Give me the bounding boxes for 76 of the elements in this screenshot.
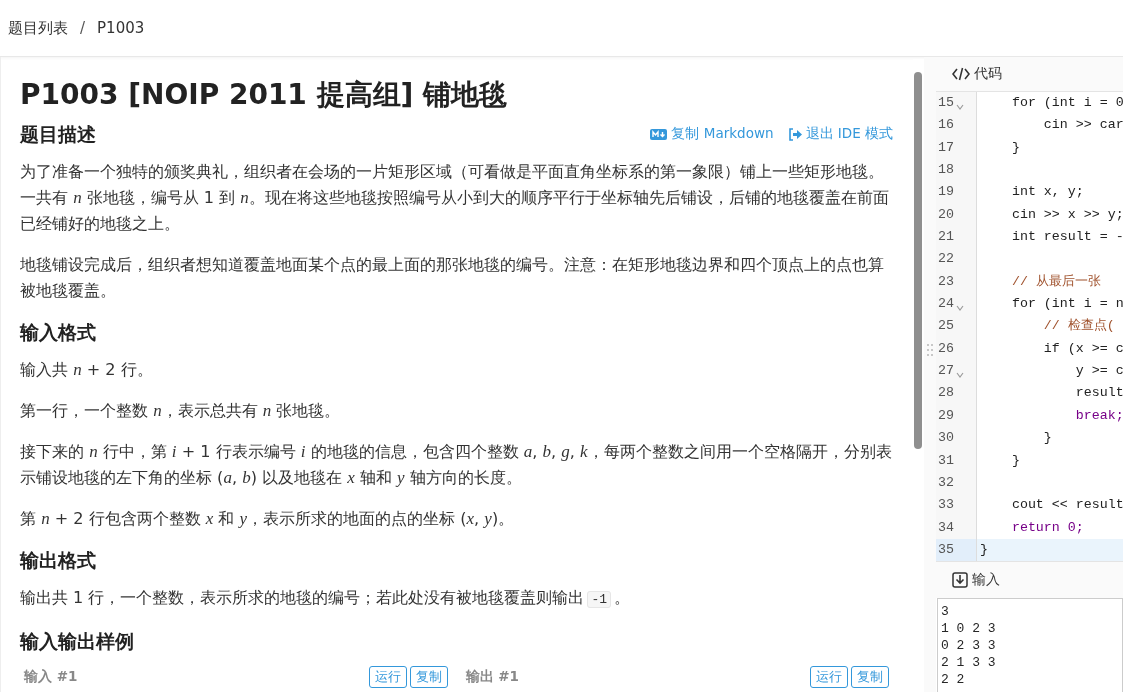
paragraph-text: 为了准备一个独特的颁奖典礼，组织者在会场的一片矩形区域（可看做是平面直角坐标系的第一象限）铺上一些矩形地毯。一共有 n 张地毯，编号从 1 到 n。现在将这些地毯按照编号从小到大的顺序平行于坐标轴先后铺设，后铺的地毯覆盖在前面已经铺好的地毯之上。 (20, 162, 889, 233)
sample-button[interactable]: 复制 (409, 666, 448, 688)
line-number: 16 (938, 116, 954, 135)
sample-button[interactable]: 运行 (368, 666, 407, 688)
paragraph-text: 地毯铺设完成后，组织者想知道覆盖地面某个点的最上面的那张地毯的编号。注意：在矩形地毯边界和四个顶点上的点也算被地毯覆盖。 (20, 255, 884, 300)
code-text: } (979, 540, 988, 559)
line-number: 34 (938, 518, 954, 537)
line-number: 31 (938, 451, 954, 470)
fold-icon[interactable] (955, 104, 964, 111)
sample-label: 输入 #1 (24, 668, 78, 686)
breadcrumb-separator: / (80, 19, 86, 37)
paragraph-text: 第一行，一个整数 n，表示总共有 n 张地毯。 (20, 401, 341, 420)
code-text: } (1010, 138, 1020, 157)
section-heading: 输出格式 (20, 548, 96, 573)
paragraph-text: 。 (614, 588, 631, 607)
breadcrumb-link[interactable]: 题目列表 (8, 18, 68, 38)
section-heading: 题目描述 (20, 122, 96, 147)
line-number: 33 (938, 496, 954, 515)
section-heading: 输入格式 (20, 320, 96, 345)
code-text: cout << result (1010, 496, 1123, 515)
markdown-icon (650, 127, 668, 141)
inline-code: -1 (587, 591, 612, 608)
line-number: 28 (938, 384, 954, 403)
fold-icon[interactable] (955, 305, 964, 312)
sample-label: 输出 #1 (465, 668, 519, 686)
fold-icon[interactable] (955, 372, 964, 379)
code-text: for (int i = 0 (1010, 94, 1123, 112)
code-text: } (1010, 451, 1020, 470)
panel-title: 代码 (974, 65, 1002, 83)
line-number: 24 (938, 295, 954, 314)
line-number: 19 (938, 183, 954, 202)
sample-button[interactable]: 运行 (810, 666, 848, 688)
exit-icon (787, 127, 802, 141)
line-number: 30 (938, 429, 954, 448)
code-text: int result = - (1010, 228, 1123, 247)
line-number: 35 (938, 540, 954, 559)
grip-icon[interactable] (927, 343, 933, 356)
line-number: 21 (938, 228, 954, 247)
paragraph-text: 第 n + 2 行包含两个整数 x 和 y，表示所求的地面的点的坐标 (x, y)。 (20, 509, 515, 528)
line-number: 27 (938, 362, 954, 381)
line-number: 32 (938, 473, 954, 492)
line-number: 23 (938, 272, 954, 291)
code-text: // 检查点( (1042, 317, 1115, 336)
line-number: 29 (938, 406, 954, 425)
line-number: 17 (938, 138, 954, 157)
input-icon (952, 572, 968, 589)
line-number: 26 (938, 339, 954, 358)
input-field[interactable]: 3 1 0 2 3 0 2 3 3 2 1 3 3 2 2 (937, 598, 1123, 692)
line-number: 20 (938, 205, 954, 224)
code-text: y >= c (1074, 362, 1123, 381)
line-number: 22 (938, 250, 954, 269)
section-heading: 输入输出样例 (20, 629, 134, 654)
line-number: 18 (938, 161, 954, 180)
line-number: 15 (938, 94, 954, 112)
code-text: } (1042, 429, 1052, 448)
code-text: int x, y; (1010, 183, 1084, 202)
code-icon (952, 67, 970, 81)
breadcrumb-link[interactable]: P1003 (97, 19, 145, 37)
paragraph-text: 接下来的 n 行中，第 i + 1 行表示编号 i 的地毯的信息，包含四个整数 a, b, g, k，每两个整数之间用一个空格隔开，分别表示铺设地毯的左下角的坐标 (a, b) 以及地毯在 x 轴和 y 轴方向的长度。 (20, 442, 892, 487)
code-text: return 0; (1010, 518, 1084, 537)
paragraph-text: 输出共 1 行，一个整数，表示所求的地毯的编号；若此处没有被地毯覆盖则输出 (20, 588, 585, 607)
panel-title: 输入 (972, 571, 1000, 590)
action-link[interactable]: 复制 Markdown (650, 125, 774, 143)
paragraph-text: 输入共 n + 2 行。 (20, 360, 153, 379)
code-editor[interactable] (936, 91, 1123, 563)
code-text: break; (1074, 406, 1123, 425)
code-text: result (1074, 384, 1123, 403)
code-text: // 从最后一张 (1010, 272, 1101, 291)
code-text: for (int i = n (1010, 295, 1123, 314)
sample-button[interactable]: 复制 (851, 666, 889, 688)
problem-title: P1003 [NOIP 2011 提高组] 铺地毯 (20, 77, 509, 113)
code-text: cin >> car (1042, 116, 1123, 135)
code-text: cin >> x >> y; (1010, 205, 1123, 224)
code-text: if (x >= c (1042, 339, 1123, 358)
line-number: 25 (938, 317, 954, 336)
action-link[interactable]: 退出 IDE 模式 (787, 125, 893, 143)
